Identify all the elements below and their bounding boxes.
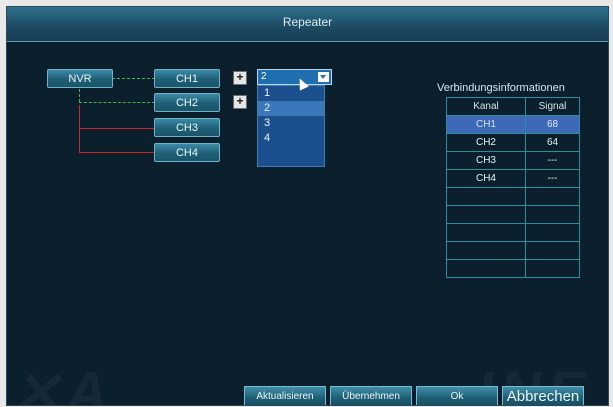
cell-kanal: CH1 <box>446 115 526 134</box>
link-ch3 <box>79 128 155 129</box>
table-row-empty <box>446 187 580 206</box>
dropdown-option-1[interactable]: 1 <box>258 86 324 101</box>
table-row-empty <box>446 223 580 242</box>
column-header-signal: Signal <box>525 97 580 116</box>
dropdown-option-2[interactable]: 2 <box>258 101 324 116</box>
table-row[interactable]: CH3 --- <box>446 151 580 170</box>
dropdown-option-3[interactable]: 3 <box>258 116 324 131</box>
cancel-button[interactable]: Abbrechen <box>502 386 584 405</box>
link-ch4 <box>79 152 155 153</box>
watermark-logo: ✕A <box>11 359 113 405</box>
column-header-kanal: Kanal <box>446 97 526 116</box>
add-repeater-ch2-button[interactable]: + <box>233 95 247 109</box>
table-row[interactable]: CH2 64 <box>446 133 580 152</box>
link-nvr-down <box>79 89 80 102</box>
dropdown-option-4[interactable]: 4 <box>258 131 324 146</box>
repeater-select-value: 2 <box>261 71 267 82</box>
cell-kanal: CH2 <box>446 133 526 152</box>
title-bar: Repeater <box>7 7 608 42</box>
cell-signal: 68 <box>525 115 580 134</box>
cell-kanal: CH3 <box>446 151 526 170</box>
ch4-node[interactable]: CH4 <box>154 143 220 162</box>
info-title: Verbindungsinformationen <box>437 82 565 94</box>
link-nvr-ch2 <box>79 102 155 103</box>
chevron-down-icon[interactable] <box>318 72 329 82</box>
ch1-node[interactable]: CH1 <box>154 69 220 88</box>
cell-signal: 64 <box>525 133 580 152</box>
connection-info-table: Kanal Signal CH1 68 CH2 64 CH3 --- CH4 -… <box>446 97 580 278</box>
window-title: Repeater <box>282 15 333 29</box>
ok-button[interactable]: Ok <box>416 386 498 405</box>
apply-button[interactable]: Übernehmen <box>330 386 412 405</box>
link-nvr-ch1 <box>112 78 155 79</box>
table-row-empty <box>446 241 580 260</box>
cell-signal: --- <box>525 151 580 170</box>
repeater-select[interactable]: 2 <box>257 69 332 85</box>
table-row-empty <box>446 205 580 224</box>
cell-signal: --- <box>525 169 580 188</box>
table-row-empty <box>446 259 580 278</box>
table-row[interactable]: CH1 68 <box>446 115 580 134</box>
refresh-button[interactable]: Aktualisieren <box>244 386 326 405</box>
add-repeater-ch1-button[interactable]: + <box>233 71 247 85</box>
repeater-dropdown-list: 1 2 3 4 <box>257 85 325 167</box>
table-row[interactable]: CH4 --- <box>446 169 580 188</box>
nvr-node[interactable]: NVR <box>47 69 113 88</box>
ch3-node[interactable]: CH3 <box>154 118 220 137</box>
cell-kanal: CH4 <box>446 169 526 188</box>
ch2-node[interactable]: CH2 <box>154 93 220 112</box>
repeater-window: Repeater ✕A INE NVR CH1 CH2 CH3 CH4 + + … <box>6 6 609 406</box>
